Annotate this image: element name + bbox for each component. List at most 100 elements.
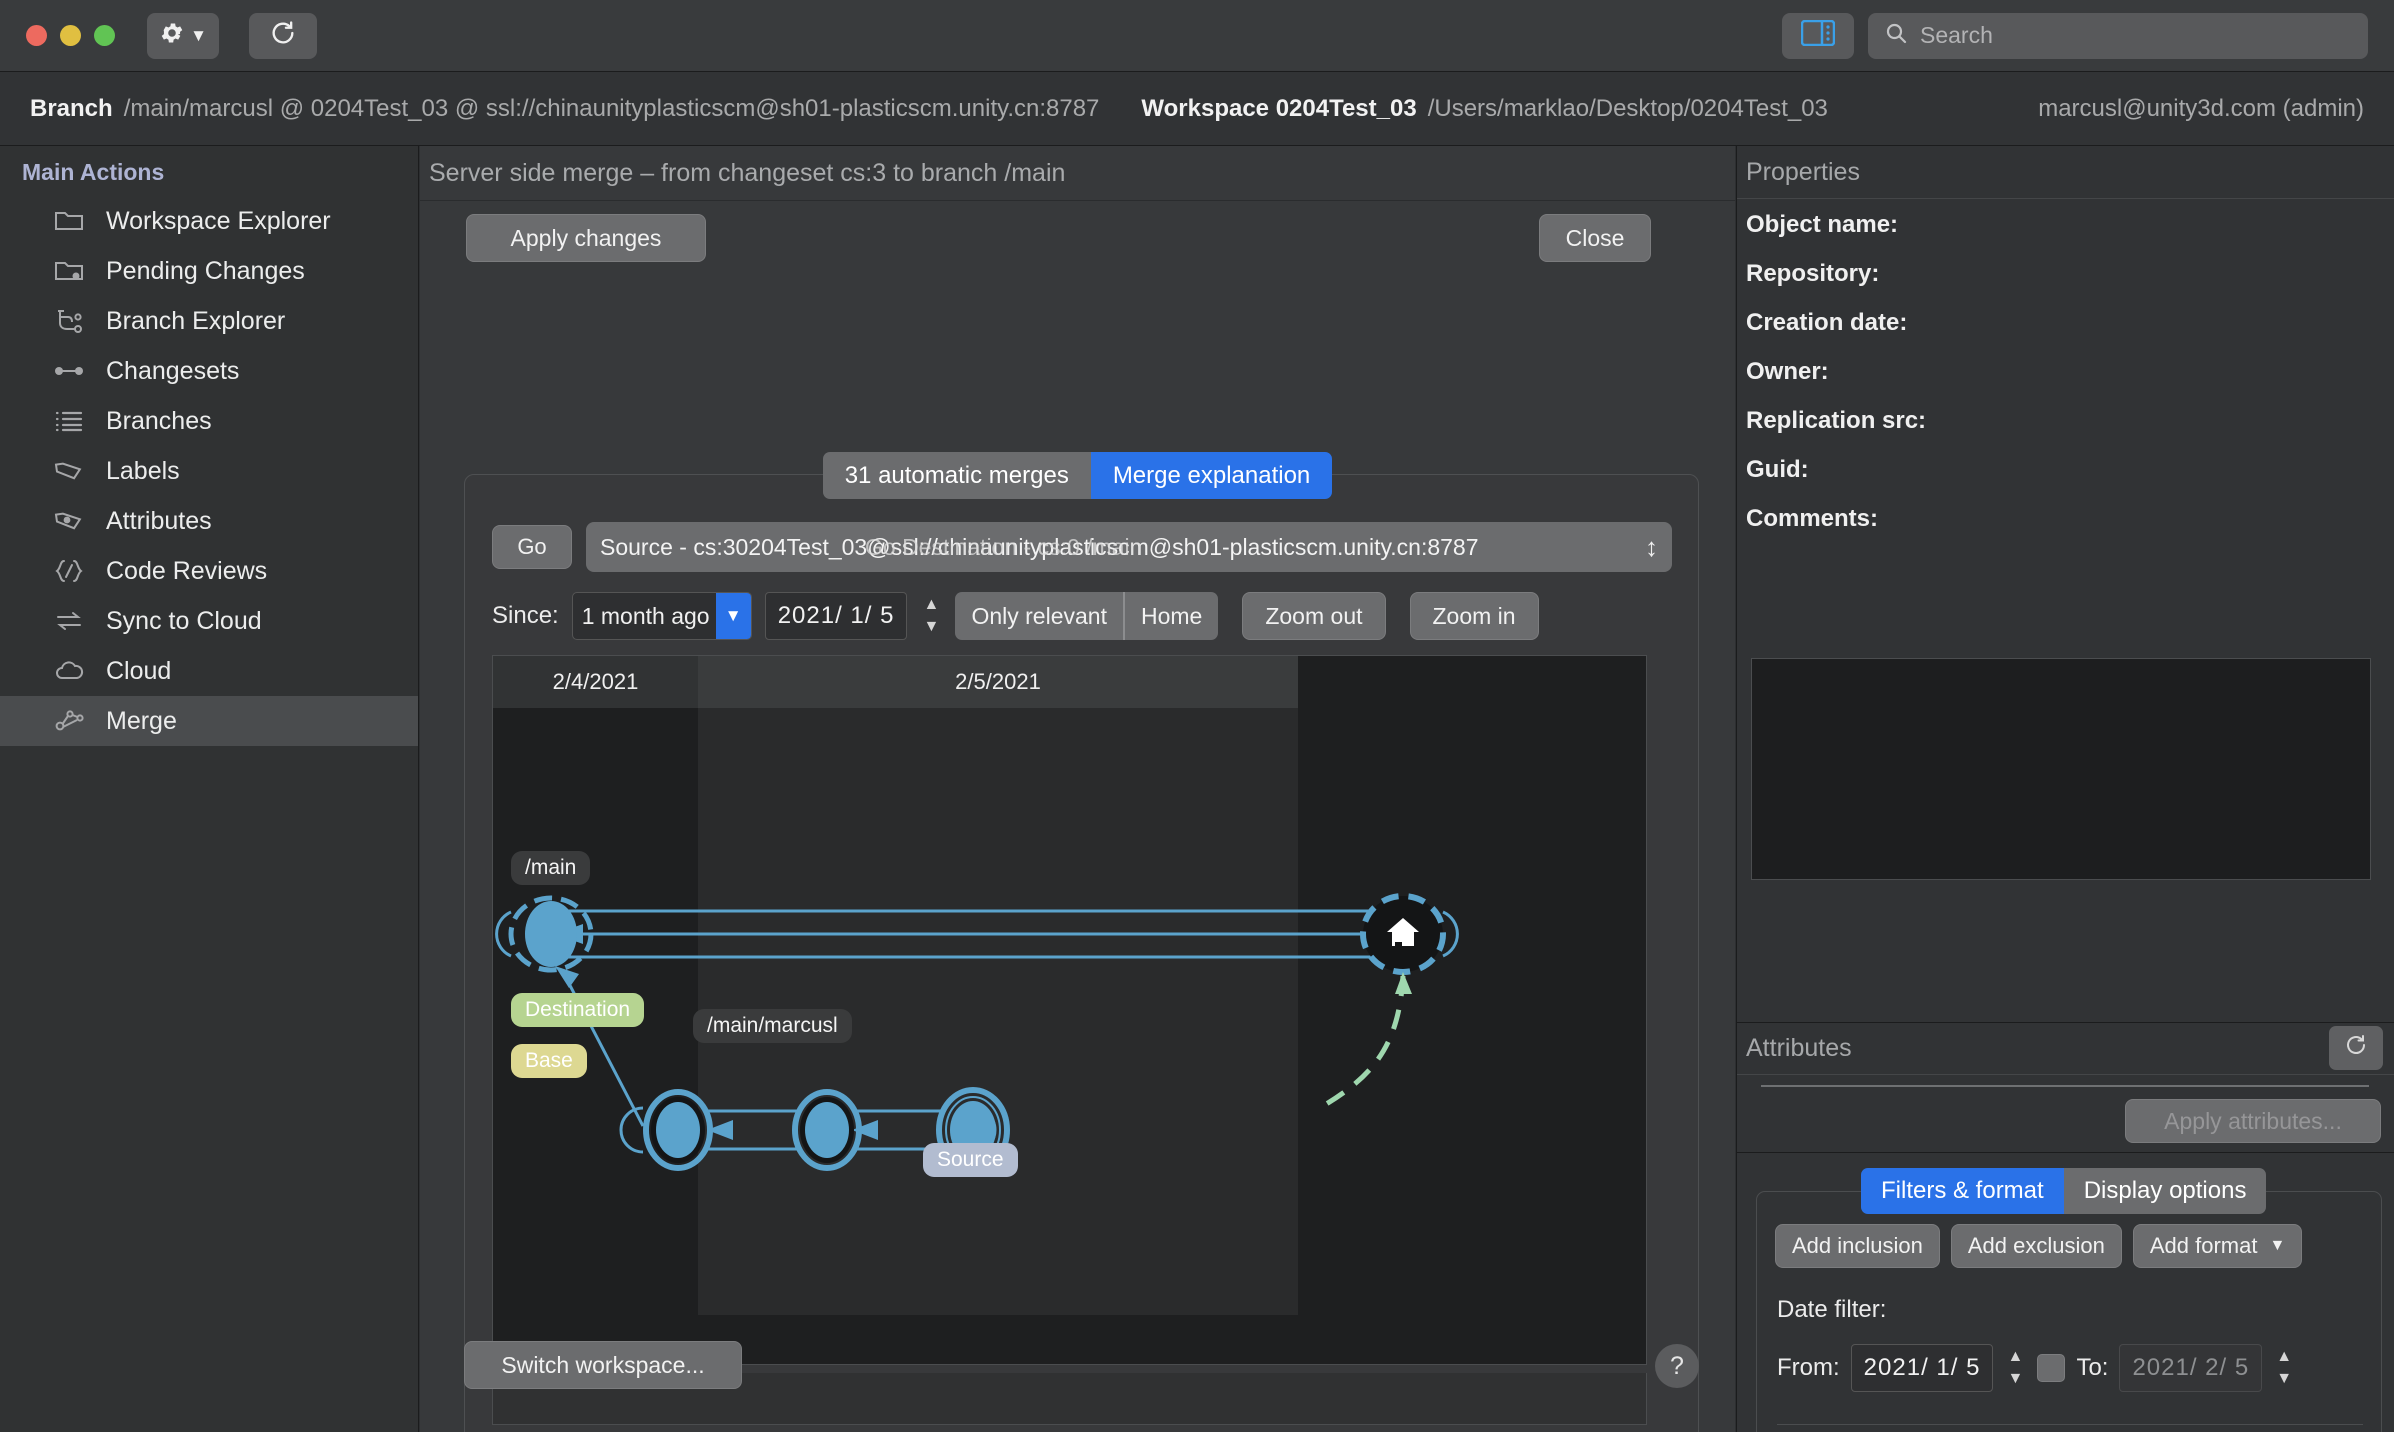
maximize-window-button[interactable] <box>94 25 115 46</box>
sidebar-item-attributes[interactable]: Attributes <box>0 496 418 546</box>
tab-filters-and-format[interactable]: Filters & format <box>1861 1168 2064 1214</box>
sidebar-item-label: Code Reviews <box>106 557 267 586</box>
search-input[interactable]: Search <box>1868 13 2368 59</box>
zoom-in-button[interactable]: Zoom in <box>1410 592 1539 640</box>
attributes-refresh-button[interactable] <box>2329 1026 2383 1070</box>
add-format-label: Add format <box>2150 1233 2258 1259</box>
apply-changes-button[interactable]: Apply changes <box>466 214 706 262</box>
refresh-button[interactable] <box>249 13 317 59</box>
close-window-button[interactable] <box>26 25 47 46</box>
sidebar-item-sync-to-cloud[interactable]: Sync to Cloud <box>0 596 418 646</box>
merge-icon <box>52 706 86 736</box>
source-combo[interactable]: Source - cs:30204Test_03@ssl://chinaunit… <box>586 522 1672 572</box>
to-label: To: <box>2076 1354 2108 1382</box>
date-to-checkbox[interactable] <box>2037 1354 2065 1382</box>
sidebar-item-branches[interactable]: Branches <box>0 396 418 446</box>
merge-main-panel: Server side merge – from changeset cs:3 … <box>420 146 1735 1432</box>
attributes-empty-row <box>1761 1085 2369 1087</box>
sidebar-item-pending-changes[interactable]: Pending Changes <box>0 246 418 296</box>
switch-workspace-button[interactable]: Switch workspace... <box>464 1341 742 1389</box>
sidebar-item-merge[interactable]: Merge <box>0 696 418 746</box>
comments-textarea[interactable] <box>1751 658 2371 880</box>
main-branch-pill[interactable]: /main <box>511 851 590 885</box>
sync-arrows-icon <box>52 606 86 636</box>
attributes-title: Attributes <box>1746 1034 1852 1063</box>
sidebar-item-workspace-explorer[interactable]: Workspace Explorer <box>0 196 418 246</box>
close-button[interactable]: Close <box>1539 214 1651 262</box>
sidebar-item-label: Sync to Cloud <box>106 607 262 636</box>
refresh-icon <box>2344 1033 2368 1064</box>
attributes-header: Attributes <box>1737 1023 2394 1075</box>
refresh-icon <box>269 19 297 52</box>
zoom-out-button[interactable]: Zoom out <box>1242 592 1385 640</box>
since-filter-row: Since: 1 month ago ▼ 2021/ 1/ 5 ▲▼ Only … <box>492 590 1672 642</box>
property-label: Comments: <box>1746 505 2394 533</box>
since-label: Since: <box>492 602 559 630</box>
window-title-bar: ▼ Search <box>0 0 2394 72</box>
properties-list: Object name: Repository: Creation date: … <box>1737 199 2394 533</box>
filters-tabs: Filters & format Display options <box>1861 1168 2266 1214</box>
add-exclusion-button[interactable]: Add exclusion <box>1951 1224 2122 1268</box>
sidebar-item-label: Cloud <box>106 657 171 686</box>
filters-box: Add inclusion Add exclusion Add format ▼… <box>1756 1191 2382 1432</box>
sidebar-item-changesets[interactable]: Changesets <box>0 346 418 396</box>
merge-tabs: 31 automatic merges Merge explanation <box>420 452 1735 499</box>
only-relevant-button[interactable]: Only relevant <box>955 592 1123 640</box>
sidebar-item-label: Branches <box>106 407 212 436</box>
sidebar-item-label: Attributes <box>106 507 212 536</box>
property-label: Replication src: <box>1746 407 2394 435</box>
chevron-down-icon[interactable]: ▼ <box>716 593 751 639</box>
sidebar-item-label: Workspace Explorer <box>106 207 331 236</box>
sidebar-item-cloud[interactable]: Cloud <box>0 646 418 696</box>
branch-explorer-diagram[interactable]: 2/4/2021 2/5/2021 <box>492 655 1647 1365</box>
since-date-input[interactable]: 2021/ 1/ 5 <box>765 592 908 640</box>
property-label: Owner: <box>1746 358 2394 386</box>
stepper-updown-icon[interactable]: ↕ <box>1645 537 1658 558</box>
sidebar-item-labels[interactable]: Labels <box>0 446 418 496</box>
sidebar-item-code-reviews[interactable]: Code Reviews <box>0 546 418 596</box>
toggle-side-panel-button[interactable] <box>1782 13 1854 59</box>
changeset-node-1 <box>621 1092 710 1168</box>
date-to-stepper[interactable]: ▲▼ <box>2273 1349 2295 1387</box>
filters-divider <box>1777 1424 2363 1425</box>
child-branch-pill[interactable]: /main/marcusl <box>693 1009 852 1043</box>
sidebar-item-label: Branch Explorer <box>106 307 285 336</box>
main-action-row: Apply changes Close <box>420 202 1735 276</box>
tab-display-options[interactable]: Display options <box>2064 1168 2267 1214</box>
add-inclusion-button[interactable]: Add inclusion <box>1775 1224 1940 1268</box>
property-label: Creation date: <box>1746 309 2394 337</box>
sidebar-item-label: Pending Changes <box>106 257 305 286</box>
property-label: Repository: <box>1746 260 2394 288</box>
help-button[interactable]: ? <box>1655 1344 1699 1388</box>
tab-automatic-merges[interactable]: 31 automatic merges <box>823 452 1091 499</box>
tag-filled-icon <box>52 506 86 536</box>
date-to-input[interactable]: 2021/ 2/ 5 <box>2119 1344 2262 1392</box>
view-mode-segmented: Only relevant Home <box>955 592 1218 640</box>
date-from-stepper[interactable]: ▲▼ <box>2004 1349 2026 1387</box>
folder-icon <box>52 206 86 236</box>
diagram-graph <box>493 656 1647 1365</box>
since-date-stepper[interactable]: ▲▼ <box>920 597 942 635</box>
since-select[interactable]: 1 month ago ▼ <box>572 592 752 640</box>
window-controls <box>26 25 115 46</box>
branch-tree-icon <box>52 306 86 336</box>
attributes-section: Attributes Apply attributes... <box>1737 1022 2394 1153</box>
workspace-label: Workspace 0204Test_03 <box>1141 95 1416 123</box>
add-format-button[interactable]: Add format ▼ <box>2133 1224 2302 1268</box>
filters-section: Filters & format Display options Add inc… <box>1737 1153 2394 1432</box>
source-combo-overlay-text: Go Destination - cs:0 /main <box>600 522 1142 572</box>
date-from-input[interactable]: 2021/ 1/ 5 <box>1851 1344 1994 1392</box>
chevron-down-icon: ▼ <box>2269 1237 2285 1255</box>
apply-attributes-button[interactable]: Apply attributes... <box>2125 1099 2381 1143</box>
home-button[interactable]: Home <box>1123 592 1218 640</box>
tab-merge-explanation[interactable]: Merge explanation <box>1091 452 1332 499</box>
go-button[interactable]: Go <box>492 525 572 569</box>
settings-dropdown-button[interactable]: ▼ <box>147 13 219 59</box>
branch-value: /main/marcusl @ 0204Test_03 @ ssl://chin… <box>124 95 1100 123</box>
filters-button-row: Add inclusion Add exclusion Add format ▼ <box>1775 1224 2302 1268</box>
sidebar-item-branch-explorer[interactable]: Branch Explorer <box>0 296 418 346</box>
gear-icon <box>159 20 185 51</box>
minimize-window-button[interactable] <box>60 25 81 46</box>
context-info-bar: Branch /main/marcusl @ 0204Test_03 @ ssl… <box>0 72 2394 146</box>
since-select-value: 1 month ago <box>582 603 710 630</box>
